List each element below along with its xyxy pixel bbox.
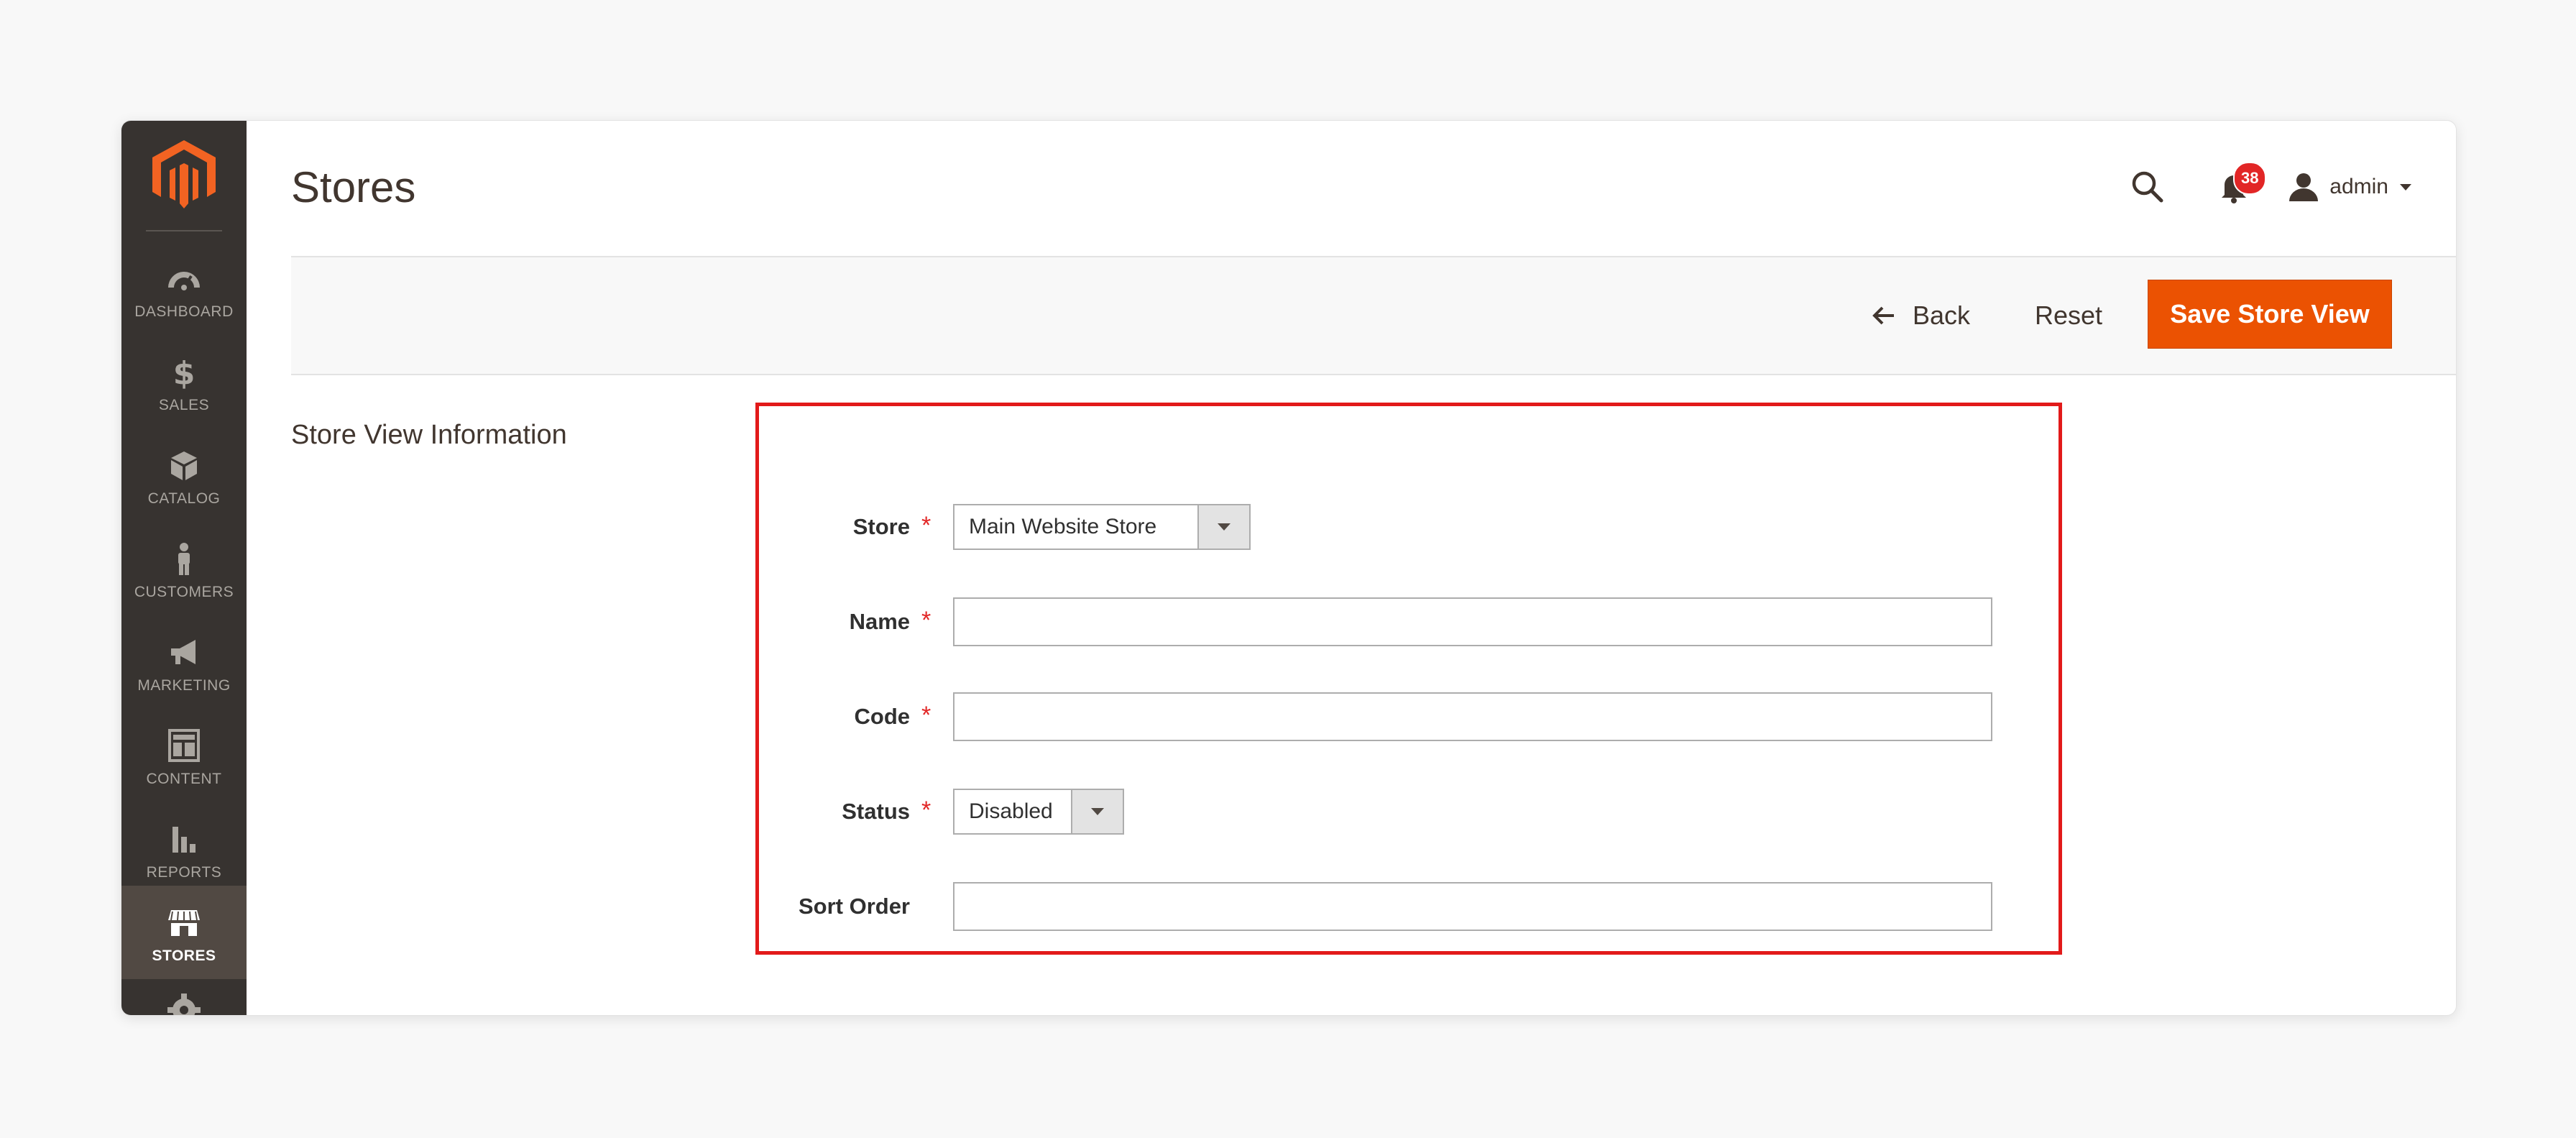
sidebar-item-label: CONTENT [146, 771, 222, 787]
chevron-down-icon[interactable] [2398, 182, 2413, 192]
notifications-badge: 38 [2233, 162, 2267, 195]
sidebar-item-label: DASHBOARD [134, 303, 234, 320]
bar-chart-icon [172, 827, 196, 853]
notifications-button[interactable]: 38 [2216, 162, 2267, 205]
form-row-status: Status * Disabled [759, 786, 2058, 837]
dollar-icon: $ [173, 355, 196, 392]
form-row-code: Code * [759, 692, 2058, 742]
back-button[interactable]: Back [1872, 283, 1970, 348]
status-select-value: Disabled [969, 799, 1053, 823]
name-field[interactable] [953, 597, 1992, 646]
required-marker: * [921, 607, 932, 634]
required-marker: * [921, 512, 932, 539]
page-title: Stores [291, 163, 416, 211]
sidebar-item-marketing[interactable]: MARKETING [121, 615, 247, 709]
store-select[interactable]: Main Website Store [953, 504, 1251, 550]
store-view-form-highlight: Store * Main Website Store Name * Code * [755, 403, 2062, 955]
sidebar-item-customers[interactable]: CUSTOMERS [121, 522, 247, 615]
store-select-value: Main Website Store [969, 515, 1157, 538]
form-row-store: Store * Main Website Store [759, 502, 2058, 552]
header-actions: 38 admin [2130, 158, 2413, 216]
section-title: Store View Information [291, 420, 567, 450]
status-select[interactable]: Disabled [953, 789, 1124, 835]
gear-icon[interactable] [165, 991, 203, 1016]
layout-icon [168, 729, 200, 762]
admin-window: DASHBOARD $ SALES CATALOG CUSTOMERS MARK… [121, 120, 2457, 1016]
sidebar-item-stores[interactable]: STORES [121, 886, 247, 979]
form-row-name: Name * [759, 597, 2058, 647]
dashboard-icon [168, 272, 200, 290]
status-select-toggle[interactable] [1071, 790, 1123, 833]
sidebar: DASHBOARD $ SALES CATALOG CUSTOMERS MARK… [121, 121, 247, 1015]
sidebar-item-content[interactable]: CONTENT [121, 709, 247, 802]
sidebar-item-label: SALES [158, 397, 210, 413]
person-icon [178, 543, 190, 575]
reset-button[interactable]: Reset [2035, 283, 2102, 348]
required-marker: * [921, 702, 932, 729]
sidebar-item-label: CATALOG [147, 490, 221, 507]
sidebar-item-label: MARKETING [137, 677, 231, 694]
sidebar-item-sales[interactable]: $ SALES [121, 335, 247, 428]
svg-text:$: $ [173, 355, 196, 392]
code-field[interactable] [953, 692, 1992, 741]
sidebar-item-reports[interactable]: REPORTS [121, 802, 247, 896]
user-menu-name[interactable]: admin [2329, 175, 2388, 199]
storefront-icon [168, 910, 200, 936]
megaphone-icon [171, 640, 196, 664]
sidebar-item-label: CUSTOMERS [134, 584, 234, 600]
box-icon [171, 451, 197, 480]
search-icon[interactable] [2130, 169, 2166, 205]
save-store-view-button[interactable]: Save Store View [2148, 280, 2392, 349]
store-select-toggle[interactable] [1197, 505, 1249, 549]
main-content: Stores 38 admin Back Reset Save Store Vi… [247, 121, 2456, 1015]
sort-order-label: Sort Order [798, 894, 910, 919]
name-label: Name [849, 609, 910, 634]
status-label: Status [842, 799, 910, 824]
sidebar-divider [146, 230, 222, 231]
back-button-label: Back [1913, 300, 1971, 330]
required-marker: * [921, 797, 932, 824]
chevron-down-icon [1218, 523, 1230, 531]
sidebar-item-catalog[interactable]: CATALOG [121, 428, 247, 522]
magento-logo-icon[interactable] [152, 140, 216, 208]
sort-order-field[interactable] [953, 882, 1992, 931]
page-actions-bar: Back Reset Save Store View [291, 256, 2456, 375]
sidebar-item-label: STORES [152, 947, 216, 964]
arrow-left-icon [1872, 306, 1894, 325]
chevron-down-icon [1091, 808, 1104, 815]
form-row-sort-order: Sort Order [759, 881, 2058, 932]
user-icon[interactable] [2288, 171, 2319, 203]
store-label: Store [852, 514, 910, 539]
sidebar-item-dashboard[interactable]: DASHBOARD [121, 242, 247, 335]
sidebar-item-label: REPORTS [146, 864, 222, 881]
code-label: Code [854, 704, 911, 729]
